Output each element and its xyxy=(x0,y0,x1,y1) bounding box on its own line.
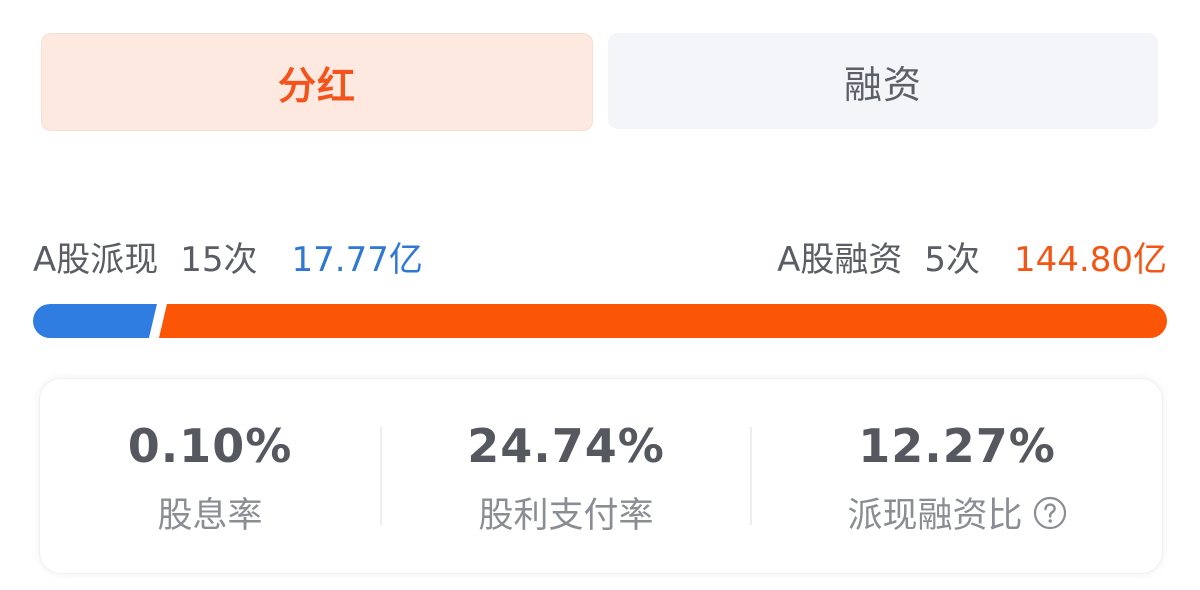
dividend-yield-label-text: 股息率 xyxy=(157,496,263,536)
tab-financing[interactable]: 融资 xyxy=(608,33,1158,129)
stats-card: 0.10% 股息率 24.74% 股利支付率 12.27% 派现融资比 xyxy=(39,378,1163,574)
dividend-financing-ratio-label-text: 派现融资比 xyxy=(847,496,1023,536)
dividend-yield-label: 股息率 xyxy=(157,487,262,538)
dividend-amount: 17.77亿 xyxy=(291,239,423,280)
payout-ratio-label-text: 股利支付率 xyxy=(478,496,654,536)
dividend-bar-segment xyxy=(33,304,157,338)
stat-payout-ratio: 24.74% 股利支付率 xyxy=(380,379,752,573)
help-circle-icon[interactable] xyxy=(1033,496,1067,530)
stat-dividend-financing-ratio: 12.27% 派现融资比 xyxy=(752,379,1162,573)
dividend-financing-panel: 分红 融资 A股派现 15次 17.77亿 A股融资 5次 144.80亿 0.… xyxy=(0,0,1200,590)
payout-ratio-label: 股利支付率 xyxy=(478,487,653,538)
dividend-financing-ratio-value: 12.27% xyxy=(858,419,1056,473)
financing-amount: 144.80亿 xyxy=(1014,239,1167,280)
financing-summary-label: A股融资 xyxy=(777,239,903,280)
financing-summary: A股融资 5次 144.80亿 xyxy=(777,230,1167,282)
dividend-financing-ratio-bar xyxy=(33,304,1167,338)
stat-dividend-yield: 0.10% 股息率 xyxy=(40,379,380,573)
tab-bar: 分红 融资 xyxy=(41,33,1159,131)
payout-ratio-value: 24.74% xyxy=(467,419,665,473)
tab-dividend[interactable]: 分红 xyxy=(41,33,593,131)
dividend-financing-ratio-label: 派现融资比 xyxy=(847,487,1066,538)
dividend-yield-value: 0.10% xyxy=(127,419,293,473)
financing-bar-segment xyxy=(158,304,1167,338)
dividend-summary-label: A股派现 xyxy=(33,239,159,280)
financing-count: 5次 xyxy=(924,239,981,280)
dividend-summary: A股派现 15次 17.77亿 xyxy=(33,230,423,282)
dividend-count: 15次 xyxy=(180,239,258,280)
